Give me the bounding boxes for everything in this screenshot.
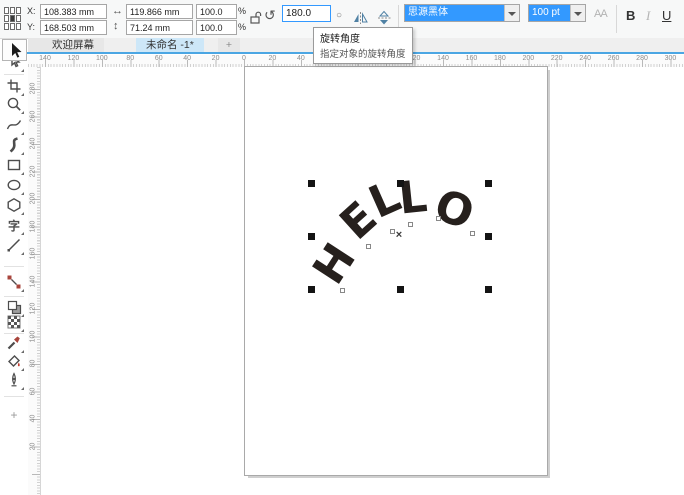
- vruler-label: 180: [30, 220, 37, 232]
- character-formatting-icon[interactable]: AA: [594, 8, 607, 20]
- x-label: X:: [27, 6, 36, 16]
- zoom-tool[interactable]: [3, 93, 25, 115]
- text-tool[interactable]: 字: [3, 214, 25, 236]
- toolbox-divider: [4, 266, 24, 267]
- hruler-label: 160: [466, 55, 478, 62]
- text-tool-glyph: 字: [8, 217, 20, 234]
- toolbar-separator: [616, 5, 617, 33]
- degree-circle-icon: ○: [336, 10, 342, 21]
- vruler-label: 80: [30, 358, 37, 370]
- anchor-cell[interactable]: [4, 15, 9, 22]
- anchor-cell[interactable]: [16, 15, 21, 22]
- x-position-input[interactable]: [40, 4, 107, 19]
- object-height-input[interactable]: [126, 20, 193, 35]
- polygon-tool[interactable]: [3, 194, 25, 216]
- toolbox-divider: [4, 74, 24, 75]
- hruler-label: 200: [522, 55, 534, 62]
- add-tool[interactable]: +: [3, 404, 25, 426]
- hruler-label: 20: [212, 55, 220, 62]
- object-position-anchor-grid[interactable]: [4, 7, 21, 30]
- percent-h-label: %: [238, 6, 246, 16]
- hruler-label: 140: [437, 55, 449, 62]
- anchor-cell[interactable]: [10, 15, 15, 22]
- transparency-tool[interactable]: [3, 311, 25, 333]
- tooltip-title: 旋转角度: [320, 30, 406, 45]
- anchor-cell[interactable]: [10, 23, 15, 30]
- anchor-cell[interactable]: [4, 23, 9, 30]
- font-family-combo[interactable]: 思源黑体: [404, 4, 520, 22]
- freehand-tool[interactable]: [3, 114, 25, 136]
- vruler-label: 280: [30, 83, 37, 95]
- hruler-label: 240: [579, 55, 591, 62]
- toolbox-divider: [4, 296, 24, 297]
- y-position-input[interactable]: [40, 20, 107, 35]
- hruler-label: 300: [665, 55, 677, 62]
- rotation-icon: ↺: [264, 10, 276, 21]
- hruler-label: 100: [96, 55, 108, 62]
- anchor-cell[interactable]: [10, 7, 15, 14]
- vruler-label: 140: [30, 275, 37, 287]
- artistic-media-tool[interactable]: [3, 134, 25, 156]
- hruler-label: 60: [155, 55, 163, 62]
- vruler-label: 60: [30, 385, 37, 397]
- font-size-dropdown-arrow[interactable]: [570, 5, 585, 21]
- toolbox-divider: [4, 333, 24, 334]
- pick-tool[interactable]: [2, 39, 27, 61]
- vruler-label: 260: [30, 110, 37, 122]
- bold-button[interactable]: B: [626, 8, 635, 23]
- hruler-label: 120: [68, 55, 80, 62]
- y-label: Y:: [27, 22, 35, 32]
- vruler-label: 240: [30, 138, 37, 150]
- object-height-icon: ↕: [113, 21, 119, 32]
- ellipse-tool[interactable]: [3, 174, 25, 196]
- tab-untitled-document[interactable]: 未命名 -1*: [136, 38, 204, 52]
- hruler-label: 80: [126, 55, 134, 62]
- scale-horizontal-input[interactable]: [196, 4, 237, 19]
- hruler-label: 140: [39, 55, 51, 62]
- italic-button[interactable]: I: [646, 8, 650, 24]
- toolbox-divider: [4, 396, 24, 397]
- vruler-label: 20: [30, 440, 37, 452]
- rotation-angle-input[interactable]: [282, 5, 331, 22]
- hruler-label: 180: [494, 55, 506, 62]
- hruler-label: 40: [297, 55, 305, 62]
- outline-pen-tool[interactable]: [3, 369, 25, 391]
- vruler-label: 100: [30, 330, 37, 342]
- object-width-input[interactable]: [126, 4, 193, 19]
- vruler-label: 200: [30, 193, 37, 205]
- scale-vertical-input[interactable]: [196, 20, 237, 35]
- font-size-value: 100 pt: [529, 5, 570, 21]
- hruler-label: 260: [608, 55, 620, 62]
- rectangle-tool[interactable]: [3, 154, 25, 176]
- lock-ratio-icon[interactable]: [249, 10, 262, 31]
- vruler-label: 120: [30, 303, 37, 315]
- hruler-label: 280: [636, 55, 648, 62]
- vertical-ruler[interactable]: 280 260 240 220 200 180 160 140 120 100 80 60 40 20: [28, 67, 41, 495]
- anchor-cell[interactable]: [16, 23, 21, 30]
- line-tool[interactable]: [3, 234, 25, 256]
- vruler-label: 160: [30, 248, 37, 260]
- tab-welcome-screen[interactable]: 欢迎屏幕: [28, 38, 104, 52]
- percent-v-label: %: [238, 22, 246, 32]
- vruler-label: 40: [30, 413, 37, 425]
- toolbox: 字+: [0, 54, 28, 495]
- vruler-label: 220: [30, 165, 37, 177]
- tooltip-description: 指定对象的旋转角度: [320, 46, 406, 60]
- anchor-cell[interactable]: [16, 7, 21, 14]
- anchor-cell[interactable]: [4, 7, 9, 14]
- add-tool-glyph: +: [10, 408, 17, 422]
- object-width-icon: ↔: [112, 6, 123, 17]
- hruler-label: 20: [269, 55, 277, 62]
- document-page[interactable]: [244, 66, 548, 476]
- new-document-tab-button[interactable]: +: [218, 38, 240, 52]
- font-family-dropdown-arrow[interactable]: [504, 5, 519, 21]
- font-family-value: 思源黑体: [405, 5, 504, 21]
- connector-tool[interactable]: [3, 271, 25, 293]
- hruler-label: 0: [242, 55, 246, 62]
- font-size-combo[interactable]: 100 pt: [528, 4, 586, 22]
- hruler-label: 40: [183, 55, 191, 62]
- underline-button[interactable]: U: [662, 8, 671, 23]
- hruler-label: 220: [551, 55, 563, 62]
- rotation-angle-tooltip: 旋转角度 指定对象的旋转角度: [313, 27, 413, 64]
